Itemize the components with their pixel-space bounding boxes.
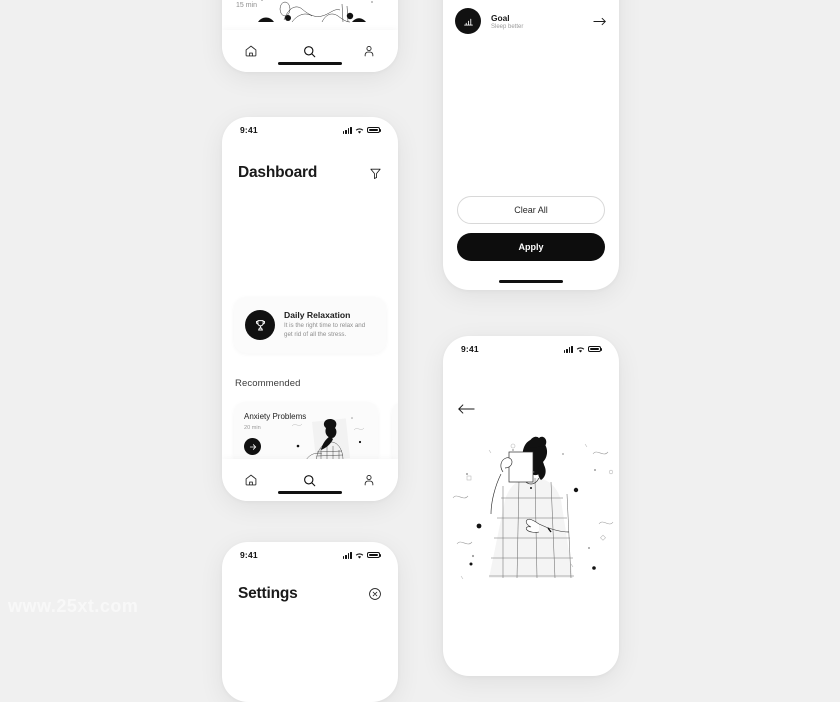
goal-title: Goal bbox=[491, 12, 510, 23]
tab-profile[interactable] bbox=[356, 38, 382, 64]
daily-relaxation-card[interactable]: Daily Relaxation It is the right time to… bbox=[234, 297, 386, 353]
filter-goal-row[interactable]: Goal Sleep better bbox=[455, 4, 607, 38]
close-circle-icon[interactable] bbox=[368, 587, 382, 601]
watermark: www.25xt.com bbox=[8, 596, 139, 616]
tab-search[interactable] bbox=[297, 38, 323, 64]
recommended-label: Recommended bbox=[235, 378, 301, 389]
signal-bars-icon bbox=[563, 345, 573, 353]
screen-settings: 9:41 Settings bbox=[222, 542, 398, 702]
screen-onboarding: 9:41 bbox=[443, 336, 619, 676]
signal-bars-icon bbox=[342, 551, 352, 559]
phone-frame-settings: 9:41 Settings bbox=[222, 542, 398, 702]
mockup-canvas: 15 min 9:41 Dashboard Daily Relaxation I… bbox=[0, 0, 840, 702]
battery-icon bbox=[367, 126, 382, 134]
card-title: Daily Relaxation bbox=[284, 310, 351, 321]
home-indicator bbox=[499, 279, 563, 283]
page-title: Dashboard bbox=[238, 164, 318, 181]
status-time: 9:41 bbox=[461, 344, 479, 354]
status-icons bbox=[342, 126, 382, 134]
daily-relaxation-text: Daily Relaxation It is the right time to… bbox=[284, 310, 375, 340]
bottom-tab-bar[interactable] bbox=[222, 30, 398, 72]
arrow-left-icon[interactable] bbox=[457, 402, 475, 418]
dashboard-header: Dashboard bbox=[222, 161, 398, 185]
status-icons bbox=[342, 551, 382, 559]
bar-chart-icon bbox=[455, 8, 481, 34]
arrow-right-icon[interactable] bbox=[244, 438, 261, 455]
bottom-tab-bar[interactable] bbox=[222, 459, 398, 501]
signal-bars-icon bbox=[342, 126, 352, 134]
wifi-icon bbox=[576, 346, 585, 353]
filter-goal-text: Goal Sleep better bbox=[491, 13, 583, 30]
phone-frame-dashboard: 9:41 Dashboard Daily Relaxation It is th… bbox=[222, 117, 398, 501]
status-time: 9:41 bbox=[240, 550, 258, 560]
tab-search[interactable] bbox=[297, 467, 323, 493]
home-indicator bbox=[278, 490, 342, 494]
phone-frame-browse: 15 min bbox=[222, 0, 398, 72]
status-time: 9:41 bbox=[240, 125, 258, 135]
tab-home[interactable] bbox=[238, 38, 264, 64]
settings-header: Settings bbox=[222, 582, 398, 606]
status-bar: 9:41 bbox=[443, 336, 619, 362]
screen-filter: Goal Sleep better Clear All Apply bbox=[443, 0, 619, 290]
arrow-right-icon[interactable] bbox=[593, 16, 607, 27]
woman-with-mirror-illustration bbox=[443, 428, 619, 588]
clear-all-button[interactable]: Clear All bbox=[457, 196, 605, 224]
battery-icon bbox=[588, 345, 603, 353]
card-duration: 20 min bbox=[244, 425, 261, 431]
recommended-card-anxiety[interactable]: Anxiety Problems 20 min bbox=[234, 402, 378, 466]
home-indicator bbox=[278, 61, 342, 65]
filter-funnel-icon[interactable] bbox=[369, 167, 382, 180]
goal-subtitle: Sleep better bbox=[491, 23, 524, 30]
phone-frame-filter: Goal Sleep better Clear All Apply bbox=[443, 0, 619, 290]
status-icons bbox=[563, 345, 603, 353]
screen-dashboard: 9:41 Dashboard Daily Relaxation It is th… bbox=[222, 117, 398, 501]
card-subtitle: It is the right time to relax and get ri… bbox=[284, 322, 366, 338]
wifi-icon bbox=[355, 552, 364, 559]
browse-illustration bbox=[222, 0, 398, 26]
tab-home[interactable] bbox=[238, 467, 264, 493]
trophy-icon bbox=[245, 310, 275, 340]
status-bar: 9:41 bbox=[222, 542, 398, 568]
wifi-icon bbox=[355, 127, 364, 134]
status-bar: 9:41 bbox=[222, 117, 398, 143]
recommended-card-sleep[interactable]: Sleep 35 min bbox=[392, 402, 398, 466]
phone-frame-onboarding: 9:41 bbox=[443, 336, 619, 676]
recommended-list: Anxiety Problems 20 min bbox=[234, 402, 398, 466]
battery-icon bbox=[367, 551, 382, 559]
screen-browse: 15 min bbox=[222, 0, 398, 72]
tab-profile[interactable] bbox=[356, 467, 382, 493]
apply-button[interactable]: Apply bbox=[457, 233, 605, 261]
page-title: Settings bbox=[238, 585, 298, 602]
